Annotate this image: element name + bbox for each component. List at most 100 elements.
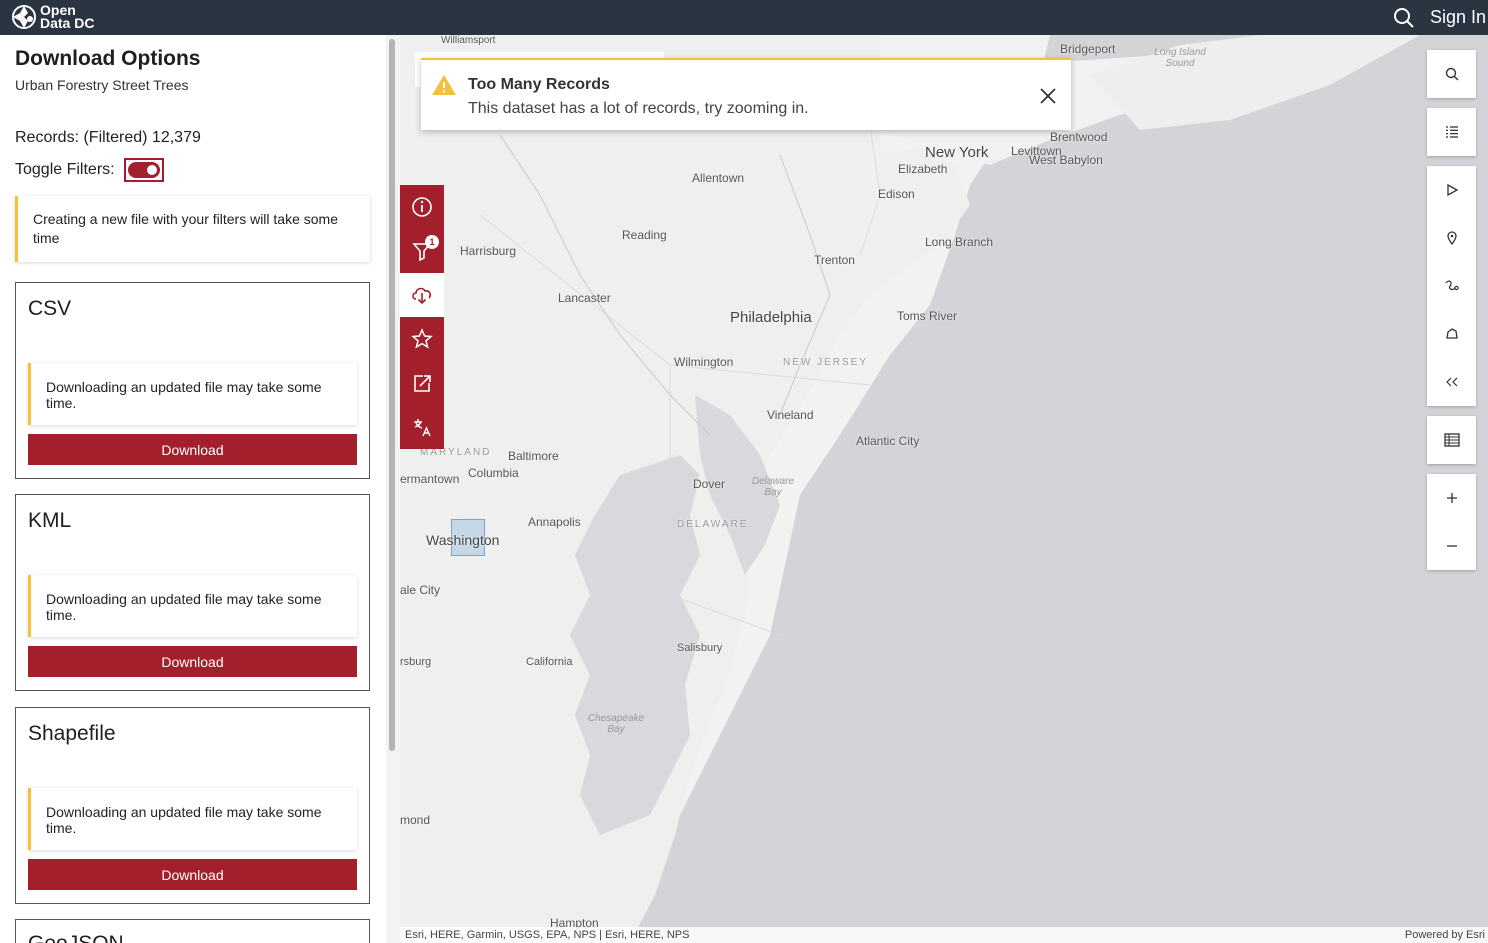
info-tool[interactable]: [400, 185, 444, 229]
card-title: CSV: [28, 297, 72, 320]
place-label: Columbia: [468, 466, 519, 480]
place-label: California: [526, 656, 573, 668]
scrollbar-thumb[interactable]: [389, 39, 395, 751]
alert-message: This dataset has a lot of records, try z…: [468, 100, 809, 117]
dataset-toolbar: 1: [400, 185, 444, 449]
download-tool[interactable]: [400, 273, 444, 317]
legend-button[interactable]: [1427, 108, 1476, 156]
place-label: Brentwood: [1050, 130, 1108, 144]
selection-widget: [1427, 166, 1476, 406]
filter-count-badge: 1: [425, 235, 439, 249]
place-label: ermantown: [400, 472, 460, 486]
open-data-dc-logo[interactable]: Open Data DC: [10, 3, 94, 31]
collapse-icon: [1445, 377, 1457, 387]
zoom-out-icon: [1446, 545, 1457, 547]
place-label: Chesapeake Bay: [587, 713, 645, 735]
card-title: GeoJSON: [28, 932, 124, 943]
select-pin-button[interactable]: [1427, 214, 1476, 262]
state-label: NEW JERSEY: [783, 357, 869, 368]
select-pointer-button[interactable]: [1427, 166, 1476, 214]
map-view[interactable]: Williamsport Bridgeport Long Island Soun…: [400, 35, 1488, 943]
place-label: Elizabeth: [898, 162, 948, 176]
legend-icon: [1445, 126, 1458, 138]
map-search-button[interactable]: [1427, 50, 1476, 98]
share-tool[interactable]: [400, 361, 444, 405]
select-line-button[interactable]: [1427, 262, 1476, 310]
place-label: Washington: [426, 532, 500, 548]
download-card-csv: CSV Downloading an updated file may take…: [15, 282, 370, 479]
zoom-widget: [1427, 474, 1476, 570]
info-icon: [412, 197, 432, 217]
download-card-shapefile: Shapefile Downloading an updated file ma…: [15, 707, 370, 904]
panel-title: Download Options: [15, 47, 201, 70]
attribution-text: Esri, HERE, Garmin, USGS, EPA, NPS | Esr…: [405, 929, 690, 941]
table-button[interactable]: [1427, 416, 1476, 464]
place-label: Long Island Sound: [1154, 47, 1206, 69]
card-notice: Downloading an updated file may take som…: [28, 575, 357, 637]
records-count: Records: (Filtered) 12,379: [15, 129, 201, 146]
star-icon: [411, 328, 433, 349]
card-title: Shapefile: [28, 722, 116, 745]
place-label: Toms River: [897, 309, 958, 323]
panel-scrollbar[interactable]: [386, 35, 400, 943]
place-label: Dover: [693, 477, 726, 491]
card-notice: Downloading an updated file may take som…: [28, 788, 357, 850]
place-label: Trenton: [814, 253, 855, 267]
toggle-filters-label: Toggle Filters:: [15, 161, 115, 178]
map-search-widget: [1427, 50, 1476, 98]
download-options-panel: Download Options Urban Forestry Street T…: [0, 35, 386, 943]
place-label: Edison: [878, 187, 915, 201]
table-icon: [1443, 433, 1460, 447]
place-label: Wilmington: [674, 355, 734, 369]
toggle-filters-switch[interactable]: [123, 158, 164, 182]
search-icon[interactable]: [1393, 7, 1415, 29]
zoom-out-button[interactable]: [1427, 522, 1476, 570]
filter-tool[interactable]: 1: [400, 229, 444, 273]
place-label: Salisbury: [677, 642, 723, 654]
download-card-kml: KML Downloading an updated file may take…: [15, 494, 370, 691]
collapse-button[interactable]: [1427, 358, 1476, 406]
zoom-in-icon: [1446, 493, 1457, 503]
card-notice: Downloading an updated file may take som…: [28, 363, 357, 425]
place-label: Williamsport: [441, 35, 496, 46]
favorite-tool[interactable]: [400, 317, 444, 361]
translate-tool[interactable]: [400, 405, 444, 449]
place-label: Allentown: [692, 171, 745, 185]
place-label: mond: [400, 813, 431, 827]
place-label: Annapolis: [528, 515, 581, 529]
select-polygon-button[interactable]: [1427, 310, 1476, 358]
dataset-name: Urban Forestry Street Trees: [15, 77, 189, 93]
place-label: West Babylon: [1029, 153, 1103, 167]
top-bar: Open Data DC Sign In: [0, 0, 1488, 35]
zoom-in-button[interactable]: [1427, 474, 1476, 522]
place-label: Long Branch: [925, 235, 994, 249]
alert-title: Too Many Records: [468, 76, 610, 93]
logo-icon: [12, 5, 36, 29]
place-label: Reading: [622, 228, 667, 242]
download-card-geojson: GeoJSON: [15, 919, 370, 943]
toggle-filters-row: Toggle Filters:: [15, 158, 164, 182]
share-icon: [414, 375, 431, 392]
table-widget: [1427, 416, 1476, 464]
logo-line2: Data DC: [40, 15, 95, 31]
place-label: ale City: [400, 583, 441, 597]
place-label: Vineland: [767, 408, 814, 422]
place-label: Philadelphia: [730, 309, 812, 326]
too-many-records-alert: Too Many Records This dataset has a lot …: [421, 58, 1071, 130]
select-polygon-icon: [1445, 328, 1458, 339]
download-kml-button[interactable]: Download: [28, 646, 357, 677]
map-attribution: Esri, HERE, Garmin, USGS, EPA, NPS | Esr…: [400, 927, 1488, 943]
place-label: Bridgeport: [1060, 42, 1116, 56]
powered-by-esri-link[interactable]: Powered by Esri: [1405, 927, 1485, 943]
sign-in-link[interactable]: Sign In: [1430, 7, 1486, 28]
filter-notice: Creating a new file with your filters wi…: [15, 196, 370, 262]
card-title: KML: [28, 509, 72, 532]
state-label: DELAWARE: [677, 519, 749, 530]
download-shapefile-button[interactable]: Download: [28, 859, 357, 890]
legend-widget: [1427, 108, 1476, 156]
close-icon[interactable]: [1038, 86, 1058, 106]
place-label: Lancaster: [558, 291, 611, 305]
place-label: New York: [925, 144, 989, 161]
download-csv-button[interactable]: Download: [28, 434, 357, 465]
place-label: rsburg: [400, 656, 432, 668]
